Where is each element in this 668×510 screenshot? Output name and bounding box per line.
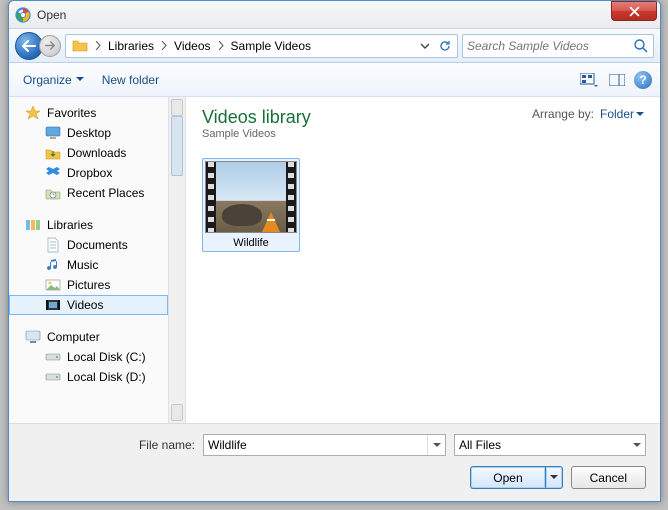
drive-icon	[45, 349, 61, 365]
file-item[interactable]: Wildlife	[202, 158, 300, 252]
file-label: Wildlife	[233, 237, 268, 249]
window-title: Open	[37, 8, 66, 22]
sidebar-item-pictures[interactable]: Pictures	[9, 275, 168, 295]
view-mode-button[interactable]	[578, 69, 600, 91]
preview-pane-button[interactable]	[606, 69, 628, 91]
chevron-right-icon[interactable]	[92, 35, 104, 57]
open-dialog: Open Libraries Videos Sample Videos	[8, 0, 661, 502]
sidebar-item-label: Local Disk (C:)	[67, 350, 146, 364]
open-button-dropdown[interactable]	[545, 466, 563, 489]
close-button[interactable]	[611, 1, 657, 21]
sidebar-item-label: Pictures	[67, 278, 110, 292]
sidebar-item-label: Recent Places	[67, 186, 144, 200]
footer: File name: All Files Open Cancel	[9, 423, 660, 501]
filename-label: File name:	[23, 438, 195, 452]
cancel-button[interactable]: Cancel	[571, 466, 646, 489]
pictures-icon	[45, 277, 61, 293]
toolbar: Organize New folder ?	[9, 63, 660, 97]
filename-input[interactable]	[204, 438, 427, 452]
new-folder-label: New folder	[102, 73, 159, 87]
help-button[interactable]: ?	[634, 71, 652, 89]
video-thumbnail	[205, 161, 297, 233]
chevron-down-icon	[636, 112, 644, 117]
sidebar-item-videos[interactable]: Videos	[9, 295, 168, 315]
new-folder-button[interactable]: New folder	[96, 70, 165, 90]
sidebar-item-documents[interactable]: Documents	[9, 235, 168, 255]
scrollbar-thumb[interactable]	[171, 116, 183, 176]
sidebar-item-music[interactable]: Music	[9, 255, 168, 275]
desktop-icon	[45, 125, 61, 141]
vlc-cone-icon	[262, 212, 280, 232]
open-button[interactable]: Open	[470, 466, 544, 489]
sidebar-label: Computer	[47, 330, 100, 344]
libraries-icon	[25, 217, 41, 233]
content-pane: Videos library Sample Videos Arrange by:…	[186, 97, 660, 423]
search-icon[interactable]	[633, 38, 649, 54]
documents-icon	[45, 237, 61, 253]
folder-icon	[72, 38, 88, 54]
sidebar-item-label: Documents	[67, 238, 128, 252]
arrange-by-value: Folder	[600, 107, 634, 121]
breadcrumb-segment[interactable]: Videos	[170, 39, 214, 53]
titlebar: Open	[9, 1, 660, 29]
sidebar-item-label: Videos	[67, 298, 103, 312]
scrollbar[interactable]	[169, 97, 186, 423]
organize-button[interactable]: Organize	[17, 70, 90, 90]
recent-icon	[45, 185, 61, 201]
filename-combobox[interactable]	[203, 434, 446, 456]
sidebar-header-computer[interactable]: Computer	[9, 327, 168, 347]
sidebar-item-recent[interactable]: Recent Places	[9, 183, 168, 203]
star-icon	[25, 105, 41, 121]
music-icon	[45, 257, 61, 273]
breadcrumb-segment[interactable]: Libraries	[104, 39, 158, 53]
sidebar-item-label: Downloads	[67, 146, 126, 160]
sidebar-item-label: Music	[67, 258, 98, 272]
chevron-right-icon[interactable]	[215, 35, 227, 57]
sidebar-label: Favorites	[47, 106, 96, 120]
file-filter-dropdown[interactable]: All Files	[454, 434, 646, 456]
file-filter-label: All Files	[459, 438, 633, 452]
chevron-down-icon	[633, 443, 641, 448]
arrange-by-dropdown[interactable]: Folder	[600, 107, 644, 121]
sidebar-header-libraries[interactable]: Libraries	[9, 215, 168, 235]
sidebar-item-dropbox[interactable]: Dropbox	[9, 163, 168, 183]
refresh-button[interactable]	[435, 35, 455, 57]
filename-dropdown[interactable]	[427, 435, 445, 455]
computer-icon	[25, 329, 41, 345]
sidebar-item-drive-c[interactable]: Local Disk (C:)	[9, 347, 168, 367]
arrange-by-label: Arrange by:	[532, 107, 594, 121]
file-list[interactable]: Wildlife	[186, 146, 660, 423]
breadcrumb-dropdown[interactable]	[415, 35, 435, 57]
sidebar-item-desktop[interactable]: Desktop	[9, 123, 168, 143]
dropbox-icon	[45, 165, 61, 181]
breadcrumb-segment[interactable]: Sample Videos	[227, 39, 316, 53]
library-subtitle: Sample Videos	[202, 128, 311, 140]
chevron-right-icon[interactable]	[158, 35, 170, 57]
chevron-down-icon	[76, 77, 84, 82]
breadcrumb[interactable]: Libraries Videos Sample Videos	[65, 34, 458, 58]
forward-button[interactable]	[39, 35, 61, 57]
search-box[interactable]	[462, 34, 654, 58]
navigation-bar: Libraries Videos Sample Videos	[9, 29, 660, 63]
sidebar-item-drive-d[interactable]: Local Disk (D:)	[9, 367, 168, 387]
search-input[interactable]	[467, 39, 633, 53]
drive-icon	[45, 369, 61, 385]
sidebar-header-favorites[interactable]: Favorites	[9, 103, 168, 123]
app-icon	[15, 7, 31, 23]
sidebar: Favorites Desktop Downloads Dropbox Rece…	[9, 97, 169, 423]
sidebar-item-label: Dropbox	[67, 166, 112, 180]
sidebar-item-label: Desktop	[67, 126, 111, 140]
downloads-icon	[45, 145, 61, 161]
organize-label: Organize	[23, 73, 72, 87]
library-title: Videos library	[202, 107, 311, 128]
sidebar-item-downloads[interactable]: Downloads	[9, 143, 168, 163]
videos-icon	[45, 297, 61, 313]
sidebar-label: Libraries	[47, 218, 93, 232]
sidebar-item-label: Local Disk (D:)	[67, 370, 146, 384]
